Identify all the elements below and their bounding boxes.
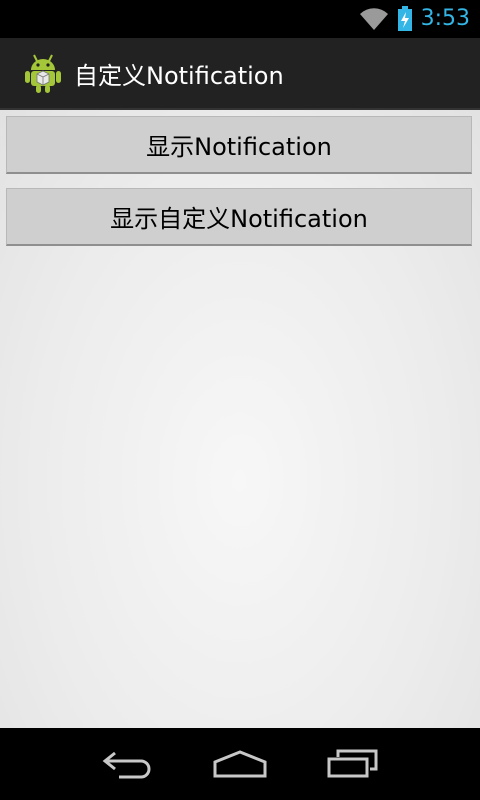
back-button[interactable]: [87, 734, 167, 794]
home-icon: [212, 749, 268, 779]
show-notification-button[interactable]: 显示Notification: [6, 116, 472, 174]
navigation-bar: [0, 728, 480, 800]
status-time: 3:53: [420, 6, 470, 31]
battery-charging-icon: [397, 6, 413, 32]
back-icon: [101, 749, 153, 779]
show-custom-notification-button[interactable]: 显示自定义Notification: [6, 188, 472, 246]
recent-apps-icon: [326, 749, 380, 779]
main-content: 显示Notification 显示自定义Notification: [0, 110, 480, 728]
wifi-icon: [359, 6, 389, 32]
app-title: 自定义Notification: [74, 61, 284, 90]
recent-apps-button[interactable]: [313, 734, 393, 794]
status-bar: 3:53: [0, 0, 480, 38]
action-bar: 自定义Notification: [0, 38, 480, 110]
home-button[interactable]: [200, 734, 280, 794]
android-robot-icon[interactable]: [22, 52, 64, 94]
status-icons: 3:53: [359, 0, 480, 38]
